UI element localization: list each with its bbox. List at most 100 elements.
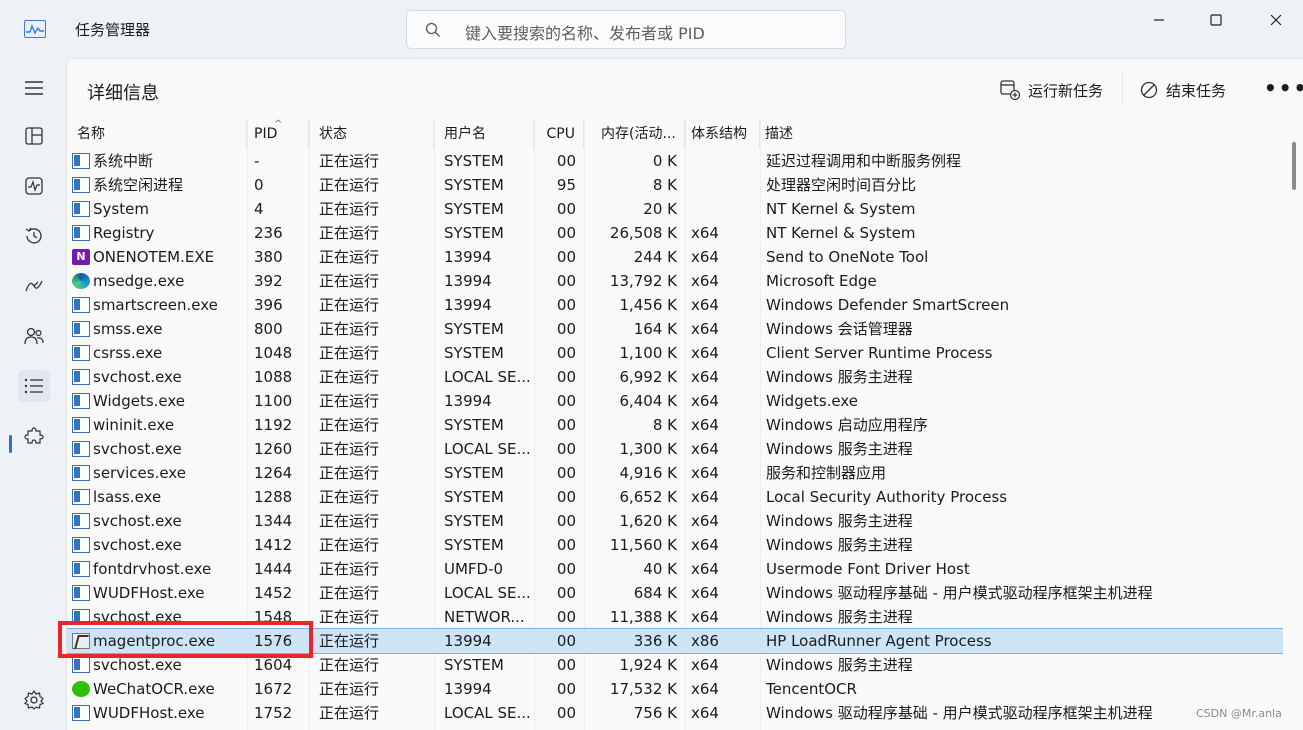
table-row[interactable]: svchost.exe 1412 正在运行 SYSTEM 00 11,560 K x64 Wi… <box>67 533 1283 557</box>
nav-settings[interactable] <box>18 684 50 716</box>
column-header-architecture[interactable]: 体系结构 <box>685 119 760 149</box>
table-row[interactable]: WeChatOCR.exe 1672 正在运行 13994 00 17,532 K x64 T… <box>67 677 1283 701</box>
nav-processes[interactable] <box>18 120 50 152</box>
cell-arch: x64 <box>691 656 719 674</box>
cell-mem: 244 K <box>633 248 677 266</box>
process-name-cell: System <box>72 197 247 221</box>
cell-desc: Windows Defender SmartScreen <box>766 296 1010 314</box>
nav-users[interactable] <box>18 320 50 352</box>
table-row[interactable]: 系统中断 - 正在运行 SYSTEM 00 0 K 延迟过程调用和中断服务例程 <box>67 149 1283 173</box>
cell-cpu: 00 <box>556 488 576 506</box>
cell-cpu: 00 <box>556 368 576 386</box>
cell-mem: 11,388 K <box>609 608 677 626</box>
settings-gear-icon <box>24 690 44 710</box>
nav-performance[interactable] <box>18 170 50 202</box>
toolbar-separator <box>1122 72 1123 104</box>
cell-status: 正在运行 <box>319 704 380 722</box>
table-row[interactable]: csrss.exe 1048 正在运行 SYSTEM 00 1,100 K x64 Clien… <box>67 341 1283 365</box>
process-win-icon <box>72 537 90 553</box>
cell-status: 正在运行 <box>319 344 380 362</box>
process-name: svchost.exe <box>93 368 182 386</box>
highlight-annotation-box <box>58 621 313 658</box>
watermark: CSDN @Mr.anla <box>1196 707 1282 720</box>
table-row[interactable]: svchost.exe 1260 正在运行 LOCAL SE... 00 1,300 K x… <box>67 437 1283 461</box>
process-name-cell: fontdrvhost.exe <box>72 557 247 581</box>
end-task-button[interactable]: 结束任务 <box>1140 78 1226 102</box>
app-title: 任务管理器 <box>75 21 151 39</box>
column-header-description[interactable]: 描述 <box>760 119 1283 149</box>
nav-app-history[interactable] <box>18 220 50 252</box>
cell-status: 正在运行 <box>319 248 380 266</box>
table-row[interactable]: fontdrvhost.exe 1444 正在运行 UMFD-0 00 40 K x64 Us… <box>67 557 1283 581</box>
cell-desc: Windows 服务主进程 <box>766 656 913 674</box>
services-puzzle-icon <box>24 427 44 444</box>
cell-mem: 336 K <box>633 632 677 650</box>
table-row[interactable]: wininit.exe 1192 正在运行 SYSTEM 00 8 K x64 Windows… <box>67 413 1283 437</box>
process-name-cell: Widgets.exe <box>72 389 247 413</box>
column-header-username[interactable]: 用户名 <box>434 119 534 149</box>
hamburger-menu-button[interactable] <box>18 72 50 104</box>
table-row[interactable]: System 4 正在运行 SYSTEM 00 20 K NT Kernel & Syste… <box>67 197 1283 221</box>
table-row[interactable]: Registry 236 正在运行 SYSTEM 00 26,508 K x64 NT Ker… <box>67 221 1283 245</box>
process-win-icon <box>72 201 90 217</box>
table-scrollbar[interactable] <box>1288 120 1300 730</box>
table-row[interactable]: services.exe 1264 正在运行 SYSTEM 00 4,916 K x64 服务… <box>67 461 1283 485</box>
processes-icon <box>25 127 43 145</box>
table-row[interactable]: 系统空闲进程 0 正在运行 SYSTEM 95 8 K 处理器空闲时间百分比 <box>67 173 1283 197</box>
cell-arch: x64 <box>691 272 719 290</box>
table-row[interactable]: WUDFHost.exe 1752 正在运行 LOCAL SE... 00 756 K x6… <box>67 701 1283 725</box>
cell-user: SYSTEM <box>444 224 504 242</box>
search-box[interactable]: 键入要搜索的名称、发布者或 PID <box>406 10 846 49</box>
cell-status: 正在运行 <box>319 224 380 242</box>
table-row[interactable]: N ONENOTEM.EXE 380 正在运行 13994 00 244 K x64 Send … <box>67 245 1283 269</box>
cell-status: 正在运行 <box>319 656 380 674</box>
cell-user: 13994 <box>444 392 492 410</box>
cell-pid: 1048 <box>254 344 293 362</box>
column-header-memory[interactable]: 内存(活动... <box>584 119 685 149</box>
process-win-icon <box>72 177 90 193</box>
minimize-button[interactable] <box>1136 8 1182 32</box>
process-win-icon <box>72 585 90 601</box>
cell-user: LOCAL SE... <box>444 704 531 722</box>
run-new-task-button[interactable]: 运行新任务 <box>1000 78 1103 102</box>
scrollbar-thumb[interactable] <box>1292 142 1296 190</box>
table-row[interactable]: WUDFHost.exe 1452 正在运行 LOCAL SE... 00 684 K x6… <box>67 581 1283 605</box>
maximize-button[interactable] <box>1193 8 1239 32</box>
cell-cpu: 00 <box>556 560 576 578</box>
table-row[interactable]: smss.exe 800 正在运行 SYSTEM 00 164 K x64 Windows 会… <box>67 317 1283 341</box>
column-header-status[interactable]: 状态 <box>309 119 434 149</box>
table-row[interactable]: Widgets.exe 1100 正在运行 13994 00 6,404 K x64 Widg… <box>67 389 1283 413</box>
cell-mem: 4,916 K <box>619 464 677 482</box>
cell-arch: x64 <box>691 344 719 362</box>
cell-user: SYSTEM <box>444 200 504 218</box>
nav-details[interactable] <box>18 370 50 402</box>
cell-cpu: 00 <box>556 272 576 290</box>
column-header-name[interactable]: 名称 <box>67 119 247 149</box>
table-row[interactable]: svchost.exe 1088 正在运行 LOCAL SE... 00 6,992 K x… <box>67 365 1283 389</box>
process-name-cell: services.exe <box>72 461 247 485</box>
nav-services[interactable] <box>18 420 50 452</box>
table-row[interactable]: lsass.exe 1288 正在运行 SYSTEM 00 6,652 K x64 Local… <box>67 485 1283 509</box>
column-header-cpu[interactable]: CPU <box>534 119 584 149</box>
cell-arch: x64 <box>691 392 719 410</box>
table-row[interactable]: msedge.exe 392 正在运行 13994 00 13,792 K x64 Micro… <box>67 269 1283 293</box>
cell-arch <box>691 149 755 173</box>
cell-arch: x64 <box>691 512 719 530</box>
run-new-task-icon <box>1000 80 1020 100</box>
cell-cpu: 00 <box>556 344 576 362</box>
nav-startup-apps[interactable] <box>18 270 50 302</box>
cell-arch: x64 <box>691 464 719 482</box>
process-name-cell: msedge.exe <box>72 269 247 293</box>
table-row[interactable]: svchost.exe 1344 正在运行 SYSTEM 00 1,620 K x64 Win… <box>67 509 1283 533</box>
cell-arch: x86 <box>691 632 719 650</box>
cell-mem: 40 K <box>643 560 677 578</box>
cell-desc: NT Kernel & System <box>766 200 916 218</box>
cell-pid: 1288 <box>254 488 293 506</box>
cell-user: SYSTEM <box>444 416 504 434</box>
close-button[interactable] <box>1253 8 1299 32</box>
process-name-cell: svchost.exe <box>72 365 247 389</box>
table-row[interactable]: smartscreen.exe 396 正在运行 13994 00 1,456 K x64 W… <box>67 293 1283 317</box>
cell-cpu: 00 <box>556 152 576 170</box>
cell-pid: 396 <box>254 296 283 314</box>
more-options-button[interactable]: ••• <box>1264 76 1303 100</box>
